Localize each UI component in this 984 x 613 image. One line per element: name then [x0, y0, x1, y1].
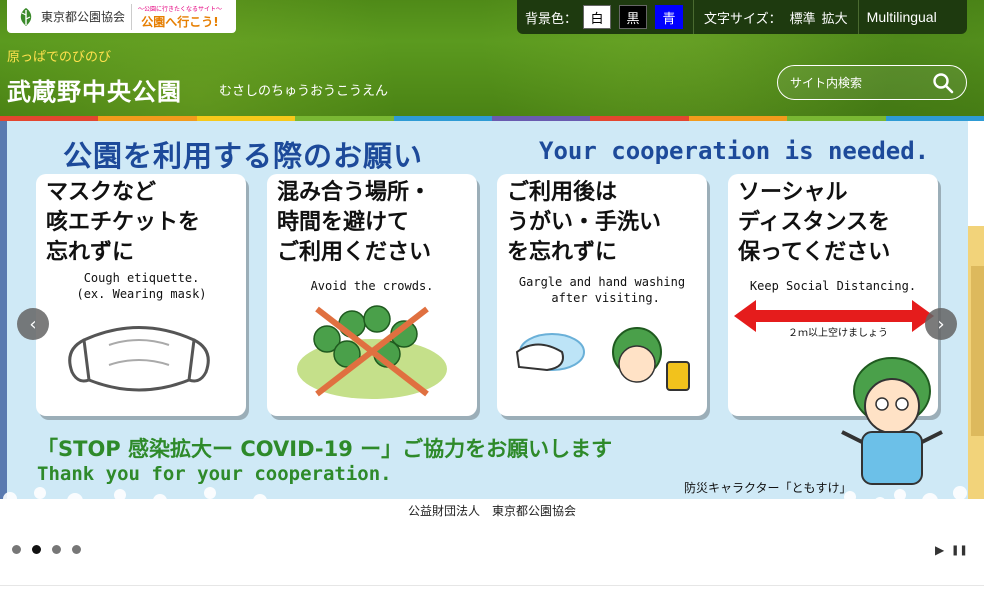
portal-logo-subtitle: 〜公園に行きたくなるサイト〜 — [138, 5, 223, 13]
slider-prev-button[interactable]: ‹ — [17, 308, 49, 340]
search-input[interactable] — [790, 75, 930, 90]
card-text-en: Keep Social Distancing. — [749, 279, 917, 293]
site-header: 東京都公園協会 〜公園に行きたくなるサイト〜 公園へ行こう! 背景色： 白 黒 … — [0, 0, 984, 118]
distance-note: ２ｍ以上空けましょう — [788, 328, 888, 339]
card-text-en: Avoid the crowds. — [310, 279, 434, 293]
mask-icon — [68, 326, 210, 392]
slider-dot-1[interactable] — [12, 545, 21, 554]
tokyo-park-association-logo-icon[interactable] — [15, 6, 37, 28]
banner-title-en: Your cooperation is needed. — [539, 137, 930, 165]
notice-card-handwash: ご利用後は うがい・手洗い を忘れずに Gargle and hand wash… — [497, 174, 707, 416]
hero-slider: 公園を利用する際のお願い Your cooperation is needed.… — [0, 121, 984, 526]
content-divider — [0, 585, 984, 586]
accessibility-toolbar: 背景色： 白 黒 青 文字サイズ： 標準 拡大 Multilingual — [517, 0, 967, 34]
card-text-en: Gargle and hand washing after visiting. — [518, 275, 686, 305]
card-text-jp: 混み合う場所・ 時間を避けて ご利用ください — [277, 180, 432, 265]
previous-slide-peek[interactable] — [0, 121, 7, 526]
bg-blue-button[interactable]: 青 — [655, 5, 684, 29]
notice-card-mask: マスクなど 咳エチケットを 忘れずに Cough etiquette. (ex.… — [36, 174, 246, 416]
search-box — [777, 65, 967, 100]
organization-name: 公益財団法人 東京都公園協会 — [407, 504, 576, 518]
slider-next-button[interactable]: › — [925, 308, 957, 340]
crowd-icon — [297, 305, 447, 399]
bg-white-button[interactable]: 白 — [583, 5, 612, 29]
site-title[interactable]: 武蔵野中央公園 — [7, 72, 182, 107]
banner-footer-jp: 「STOP 感染拡大ー COVID-19 ー」ご協力をお願いします — [37, 437, 613, 461]
covid-notice-banner[interactable]: 公園を利用する際のお願い Your cooperation is needed.… — [7, 121, 968, 501]
portal-logo[interactable]: 〜公園に行きたくなるサイト〜 公園へ行こう! — [138, 4, 222, 30]
notice-card-crowds: 混み合う場所・ 時間を避けて ご利用ください Avoid the crowds. — [267, 174, 477, 416]
slider-dot-4[interactable] — [72, 545, 81, 554]
card-text-en: Cough etiquette. (ex. Wearing mask) — [76, 271, 207, 301]
logo-divider — [131, 3, 133, 30]
toolbar-divider — [857, 0, 859, 34]
slider-dot-3[interactable] — [52, 545, 61, 554]
slider-pagination — [12, 545, 92, 554]
site-title-kana: むさしのちゅうおうこうえん — [219, 84, 389, 99]
logo-area: 東京都公園協会 〜公園に行きたくなるサイト〜 公園へ行こう! — [7, 0, 236, 33]
slider-play-button[interactable]: ▶ — [935, 543, 944, 557]
bg-black-button[interactable]: 黒 — [619, 5, 648, 29]
card-text-jp: ソーシャル ディスタンスを 保ってください — [738, 180, 891, 265]
banner-title-jp: 公園を利用する際のお願い — [63, 139, 424, 173]
site-tagline: 原っぱでのびのび — [7, 50, 112, 65]
portal-logo-title: 公園へ行こう! — [141, 14, 219, 29]
slider-pause-button[interactable]: ❚❚ — [951, 545, 968, 556]
card-text-jp: マスクなど 咳エチケットを 忘れずに — [46, 180, 201, 265]
font-size-label: 文字サイズ： — [704, 11, 782, 27]
handwash-icon — [515, 327, 690, 391]
bg-color-label: 背景色： — [525, 11, 578, 27]
toolbar-divider — [693, 0, 695, 34]
search-icon[interactable] — [932, 72, 954, 94]
font-large-button[interactable]: 拡大 — [822, 8, 848, 27]
card-text-jp: ご利用後は うがい・手洗い を忘れずに — [507, 180, 662, 265]
org-logo-text[interactable]: 東京都公園協会 — [41, 8, 125, 25]
mascot-character-icon — [841, 357, 943, 485]
font-standard-button[interactable]: 標準 — [790, 8, 816, 27]
multilingual-link[interactable]: Multilingual — [867, 9, 937, 25]
slider-dot-2[interactable] — [32, 545, 41, 554]
